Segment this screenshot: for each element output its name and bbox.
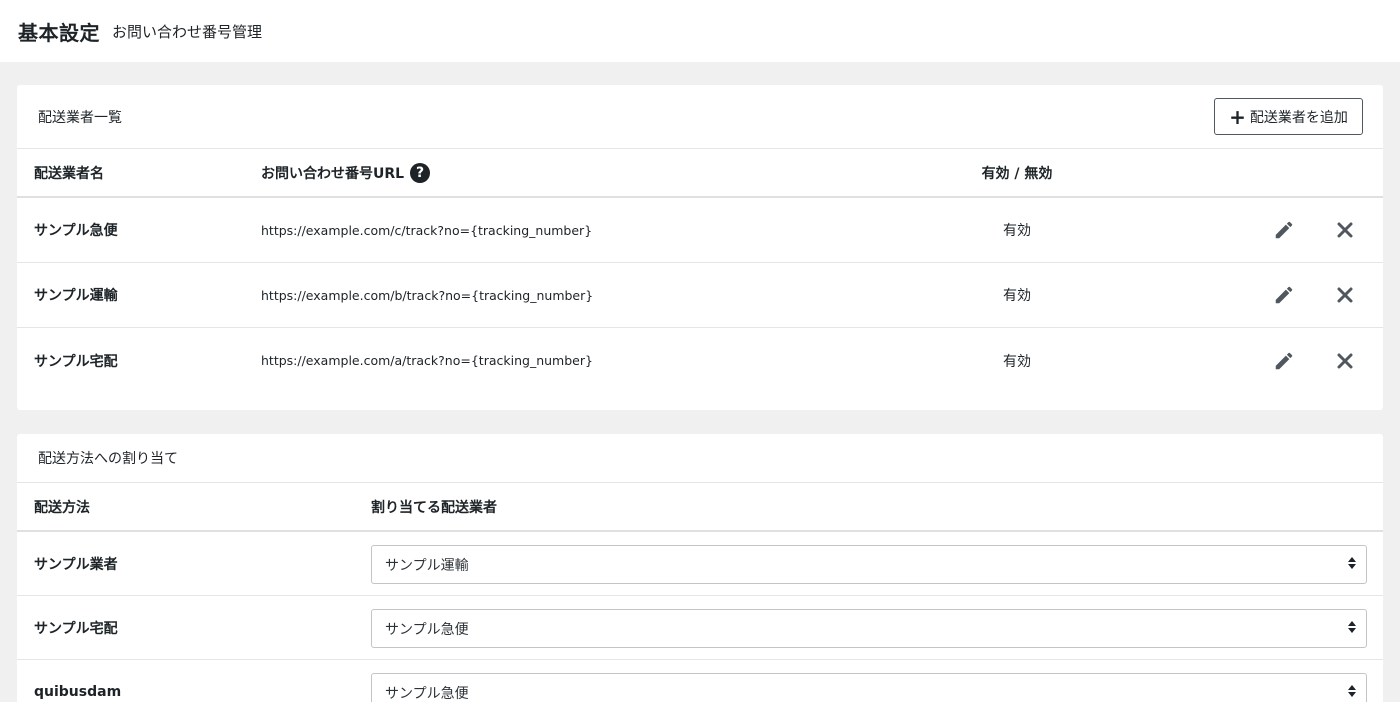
carrier-select[interactable]: サンプル急便	[371, 673, 1367, 702]
carrier-status: 有効	[1003, 353, 1031, 370]
pencil-icon	[1275, 286, 1293, 304]
pencil-icon	[1275, 221, 1293, 239]
carrier-select[interactable]: サンプル急便	[371, 609, 1367, 648]
carriers-table-header: 配送業者名 お問い合わせ番号URL ? 有効 / 無効	[17, 149, 1383, 198]
carrier-url: https://example.com/a/track?no={tracking…	[261, 353, 593, 368]
add-carrier-button-label: 配送業者を追加	[1249, 109, 1348, 126]
pencil-icon	[1275, 352, 1293, 369]
column-header-method: 配送方法	[34, 499, 90, 516]
carrier-select-value: サンプル急便	[385, 685, 469, 702]
carrier-status: 有効	[1003, 288, 1031, 304]
column-header-name: 配送業者名	[34, 165, 104, 182]
close-icon	[1337, 287, 1353, 303]
top-bar: 基本設定 お問い合わせ番号管理	[0, 0, 1400, 62]
shipping-method-name: サンプル宅配	[34, 620, 118, 637]
carrier-row: サンプル宅配 https://example.com/a/track?no={t…	[17, 328, 1383, 393]
select-arrows-icon	[1348, 621, 1356, 633]
close-icon	[1337, 222, 1353, 238]
carrier-select-value: サンプル急便	[385, 621, 469, 638]
assign-row: quibusdam サンプル急便	[17, 660, 1383, 702]
question-circle-icon[interactable]: ?	[410, 162, 431, 183]
assign-panel-header: 配送方法への割り当て	[17, 434, 1383, 483]
carrier-row: サンプル急便 https://example.com/c/track?no={t…	[17, 198, 1383, 263]
assign-row: サンプル宅配 サンプル急便	[17, 596, 1383, 660]
select-arrows-icon	[1348, 685, 1356, 697]
carrier-row: サンプル運輸 https://example.com/b/track?no={t…	[17, 263, 1383, 328]
carrier-select-value: サンプル運輸	[385, 557, 469, 574]
column-header-carrier: 割り当てる配送業者	[371, 499, 497, 516]
delete-carrier-button[interactable]	[1330, 328, 1360, 393]
carrier-url: https://example.com/c/track?no={tracking…	[261, 222, 593, 238]
assign-row: サンプル業者 サンプル運輸	[17, 532, 1383, 596]
shipping-method-name: quibusdam	[34, 683, 122, 700]
assign-panel: 配送方法への割り当て 配送方法 割り当てる配送業者 サンプル業者 サンプル運輸 …	[17, 434, 1383, 702]
carriers-panel-title: 配送業者一覧	[38, 109, 122, 126]
select-arrows-icon	[1348, 557, 1356, 569]
carrier-select[interactable]: サンプル運輸	[371, 545, 1367, 584]
carrier-url: https://example.com/b/track?no={tracking…	[261, 287, 594, 303]
carrier-name: サンプル運輸	[34, 288, 118, 304]
page-title: 基本設定	[18, 20, 100, 45]
carriers-panel-header: 配送業者一覧 + 配送業者を追加	[17, 85, 1383, 149]
delete-carrier-button[interactable]	[1330, 198, 1360, 262]
assign-table-header: 配送方法 割り当てる配送業者	[17, 483, 1383, 532]
carriers-panel: 配送業者一覧 + 配送業者を追加 配送業者名 お問い合わせ番号URL ? 有効 …	[17, 85, 1383, 410]
shipping-method-name: サンプル業者	[34, 556, 118, 573]
assign-panel-title: 配送方法への割り当て	[38, 451, 178, 467]
carrier-name: サンプル宅配	[34, 353, 118, 370]
edit-carrier-button[interactable]	[1269, 263, 1299, 327]
edit-carrier-button[interactable]	[1269, 328, 1299, 393]
carrier-status: 有効	[1003, 223, 1031, 239]
delete-carrier-button[interactable]	[1330, 263, 1360, 327]
page-subtitle: お問い合わせ番号管理	[112, 22, 263, 41]
column-header-status: 有効 / 無効	[981, 165, 1053, 182]
edit-carrier-button[interactable]	[1269, 198, 1299, 262]
column-header-url-label: お問い合わせ番号URL	[261, 165, 405, 182]
column-header-url: お問い合わせ番号URL ?	[261, 149, 431, 196]
add-carrier-button[interactable]: + 配送業者を追加	[1214, 98, 1363, 135]
close-icon	[1337, 353, 1353, 368]
carrier-name: サンプル急便	[34, 223, 118, 239]
plus-icon: +	[1229, 104, 1246, 129]
